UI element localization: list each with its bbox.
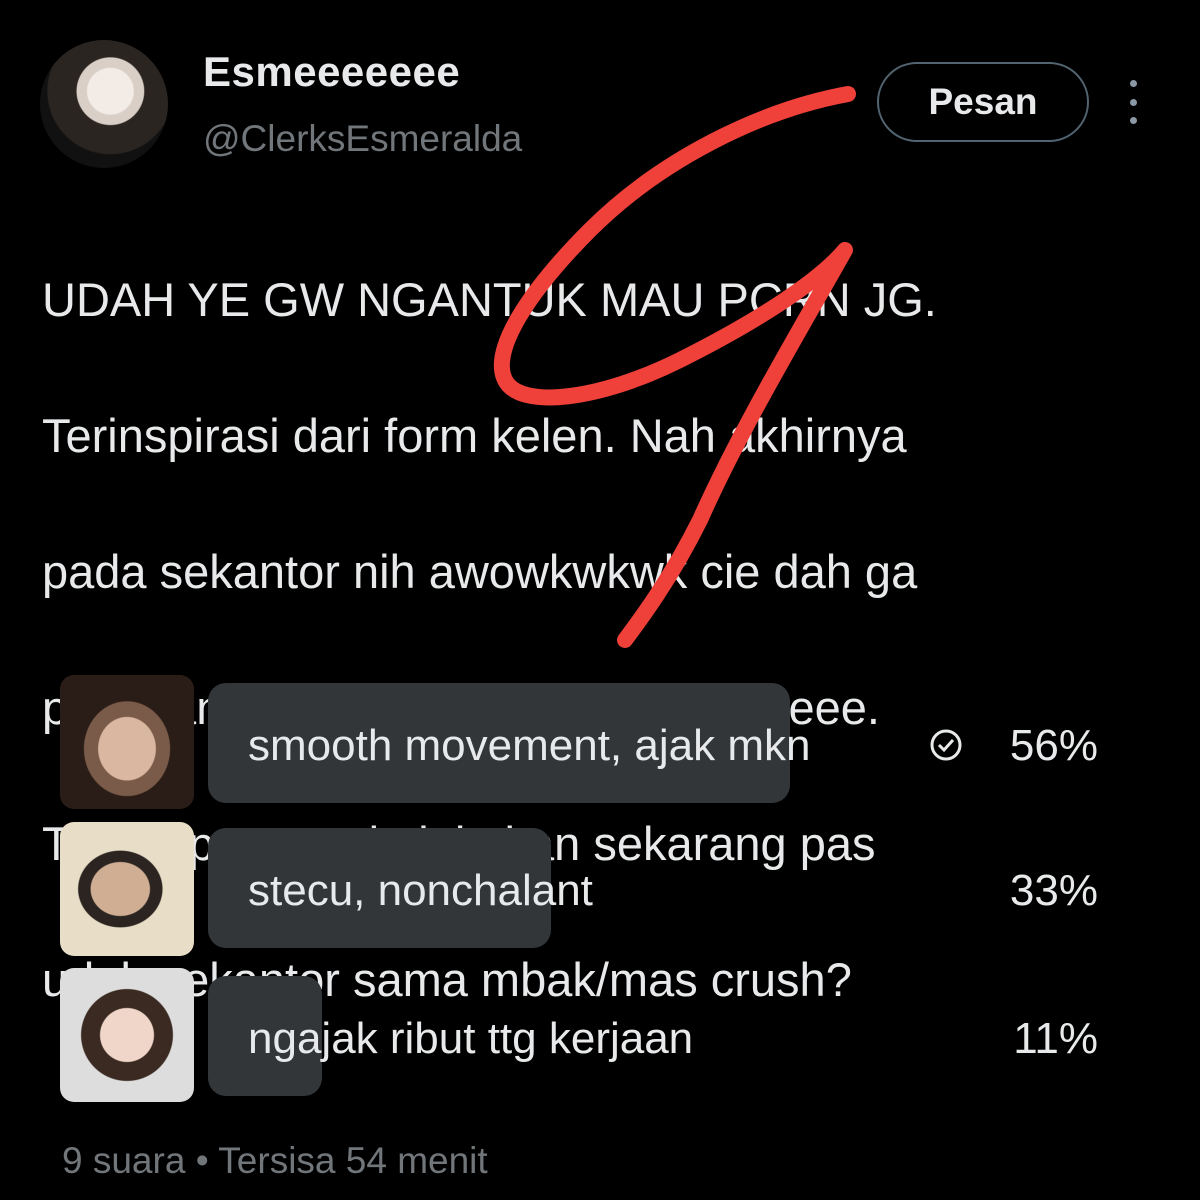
poll-option[interactable]: smooth movement, ajak mkn 56%	[60, 675, 1160, 809]
message-button[interactable]: Pesan	[877, 62, 1089, 142]
poll-footer: 9 suara • Tersisa 54 menit	[62, 1140, 488, 1182]
footer-separator: •	[195, 1140, 209, 1181]
vote-count: 9 suara	[62, 1140, 186, 1181]
poll-option[interactable]: stecu, nonchalant 33%	[60, 822, 1160, 956]
poll-option-image	[60, 968, 194, 1102]
poll-option-image	[60, 675, 194, 809]
poll-option[interactable]: ngajak ribut ttg kerjaan 11%	[60, 968, 1160, 1102]
profile-avatar[interactable]	[40, 40, 168, 168]
user-handle[interactable]: @ClerksEsmeralda	[203, 118, 522, 160]
poll-option-label: ngajak ribut ttg kerjaan	[248, 1014, 694, 1063]
poll-option-percent: 11%	[1013, 1014, 1098, 1063]
poll-option-percent: 33%	[1009, 866, 1098, 915]
more-vertical-icon[interactable]	[1118, 80, 1148, 124]
display-name[interactable]: Esmeeeeeee	[203, 48, 460, 96]
tweet-line: UDAH YE GW NGANTUK MAU PCRN JG.	[42, 273, 937, 326]
check-circle-icon	[930, 729, 962, 761]
poll-option-image	[60, 822, 194, 956]
poll-option-label: stecu, nonchalant	[248, 866, 593, 915]
poll-option-percent: 56%	[1009, 721, 1098, 770]
tweet-line: Terinspirasi dari form kelen. Nah akhirn…	[42, 409, 907, 462]
time-remaining: Tersisa 54 menit	[218, 1140, 488, 1181]
poll-option-label: smooth movement, ajak mkn	[248, 721, 811, 770]
tweet-line: pada sekantor nih awowkwkwk cie dah ga	[42, 545, 918, 598]
